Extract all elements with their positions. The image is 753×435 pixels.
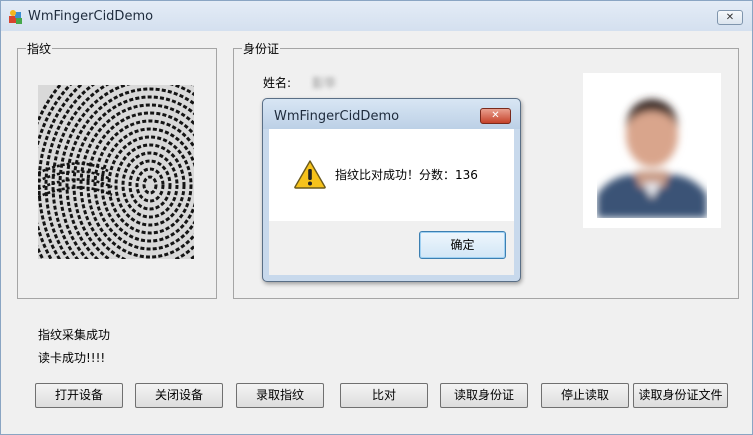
dialog-body: 指纹比对成功！分数：136	[269, 129, 514, 221]
warning-icon	[294, 160, 326, 189]
fingerprint-group: 指纹	[17, 39, 277, 331]
fingerprint-group-legend: 指纹	[26, 40, 53, 57]
window-title: WmFingerCidDemo	[28, 9, 154, 24]
ok-button[interactable]: 确定	[419, 231, 506, 259]
close-icon: ✕	[491, 110, 500, 121]
compare-button[interactable]: 比对	[340, 383, 428, 408]
capture-fingerprint-button[interactable]: 录取指纹	[236, 383, 324, 408]
fingerprint-image	[23, 39, 277, 331]
message-dialog: WmFingerCidDemo ✕ 指纹比对成功！分数：136 确定	[262, 98, 521, 282]
open-device-button[interactable]: 打开设备	[35, 383, 123, 408]
dialog-close-button[interactable]: ✕	[480, 108, 511, 124]
window-close-button[interactable]: ✕	[717, 10, 743, 25]
name-value: 彭华	[312, 76, 337, 90]
dialog-title-bar[interactable]: WmFingerCidDemo ✕	[263, 99, 520, 129]
status-card: 读卡成功!!!!	[38, 351, 106, 365]
stop-reading-button[interactable]: 停止读取	[541, 383, 629, 408]
read-id-card-button[interactable]: 读取身份证	[440, 383, 528, 408]
dialog-title: WmFingerCidDemo	[274, 109, 400, 124]
id-card-group-legend: 身份证	[242, 40, 281, 57]
read-id-file-button[interactable]: 读取身份证文件	[633, 383, 728, 408]
dialog-footer: 确定	[269, 221, 514, 275]
close-icon: ✕	[725, 12, 735, 23]
close-device-button[interactable]: 关闭设备	[135, 383, 223, 408]
name-label: 姓名:	[263, 76, 292, 90]
id-photo	[583, 73, 721, 228]
status-fingerprint: 指纹采集成功	[38, 328, 111, 342]
id-photo-portrait	[597, 83, 707, 218]
title-bar[interactable]: WmFingerCidDemo ✕	[1, 1, 752, 31]
dialog-message: 指纹比对成功！分数：136	[335, 168, 478, 182]
app-icon	[9, 10, 22, 24]
